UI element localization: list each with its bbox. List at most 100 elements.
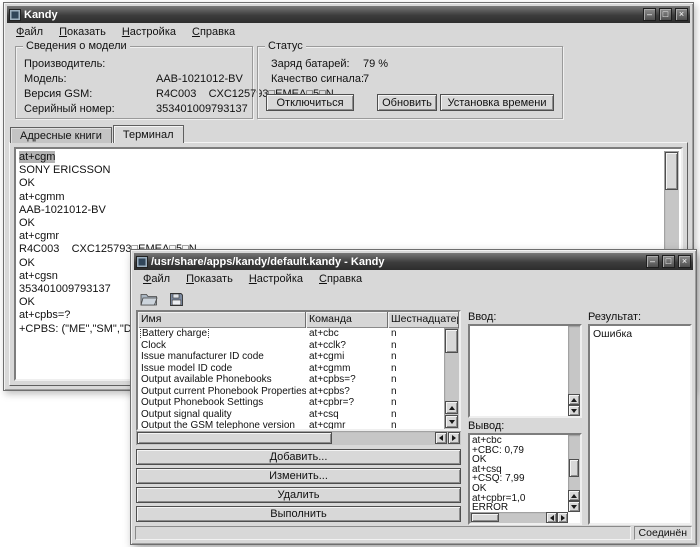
output-label: Вывод: xyxy=(468,420,504,432)
output-vertical-scrollbar[interactable] xyxy=(568,435,580,512)
table-row[interactable]: Issue model ID code at+cgmm n xyxy=(138,363,444,375)
output-horizontal-scrollbar[interactable] xyxy=(470,512,568,523)
app-icon xyxy=(9,9,21,21)
column-header-command[interactable]: Команда xyxy=(306,312,388,328)
table-horizontal-scrollbar[interactable] xyxy=(136,431,461,445)
menu-file[interactable]: Файл xyxy=(135,271,178,288)
scrollbar-thumb[interactable] xyxy=(471,513,499,522)
menu-settings[interactable]: Настройка xyxy=(241,271,311,288)
field-model: Модель:AAB-1021012-BV xyxy=(24,73,243,85)
close-icon[interactable]: × xyxy=(675,8,688,21)
scroll-up-icon[interactable] xyxy=(568,394,580,405)
app-icon xyxy=(136,256,148,268)
menu-help[interactable]: Справка xyxy=(311,271,370,288)
scrollbar-thumb[interactable] xyxy=(445,329,458,353)
table-header: Имя Команда Шестнадцатерич xyxy=(138,312,459,328)
terminal-line: OK xyxy=(19,217,661,230)
save-file-icon[interactable] xyxy=(165,289,187,309)
column-header-hex[interactable]: Шестнадцатерич xyxy=(388,312,459,328)
table-row[interactable]: Output the GSM telephone version at+cgmr… xyxy=(138,420,444,429)
edit-button[interactable]: Изменить... xyxy=(136,468,461,484)
field-signal: Качество сигнала:7 xyxy=(271,73,369,85)
set-time-button[interactable]: Установка времени xyxy=(440,94,554,111)
scroll-down-icon[interactable] xyxy=(568,405,580,416)
status-group: Статус Заряд батарей:79 % Качество сигна… xyxy=(257,46,563,119)
scroll-left-icon[interactable] xyxy=(435,432,447,444)
table-row[interactable]: Output current Phonebook Properties at+c… xyxy=(138,386,444,398)
scrollbar-thumb[interactable] xyxy=(665,152,678,190)
scroll-left-icon[interactable] xyxy=(546,512,557,523)
table-row[interactable]: Output available Phonebooks at+cpbs=? n xyxy=(138,374,444,386)
scroll-up-icon[interactable] xyxy=(445,401,458,414)
selected-text: at+cgm xyxy=(19,151,55,163)
scroll-right-icon[interactable] xyxy=(448,432,460,444)
window-title: /usr/share/apps/kandy/default.kandy - Ka… xyxy=(151,256,643,268)
field-battery: Заряд батарей:79 % xyxy=(271,58,388,70)
scroll-right-icon[interactable] xyxy=(557,512,568,523)
minimize-icon[interactable]: – xyxy=(643,8,656,21)
terminal-line: at+cgm xyxy=(19,151,661,164)
tab-bar: Адресные книги Терминал xyxy=(10,125,185,143)
connection-status-badge: Соединён xyxy=(634,526,692,540)
result-text: Ошибка xyxy=(590,326,690,342)
tab-address-books[interactable]: Адресные книги xyxy=(10,127,112,143)
table-vertical-scrollbar[interactable] xyxy=(444,328,459,429)
window-title: Kandy xyxy=(24,9,640,21)
add-button[interactable]: Добавить... xyxy=(136,449,461,465)
menu-show[interactable]: Показать xyxy=(51,24,114,41)
table-row[interactable]: Output signal quality at+csq n xyxy=(138,409,444,421)
table-row[interactable]: Clock at+cclk? n xyxy=(138,340,444,352)
result-label: Результат: xyxy=(588,311,641,323)
table-body: Battery charge at+cbc n Clock at+cclk? n… xyxy=(138,328,444,429)
model-info-group: Сведения о модели Производитель: Модель:… xyxy=(15,46,253,119)
scroll-down-icon[interactable] xyxy=(568,501,580,512)
input-textarea[interactable] xyxy=(468,324,582,418)
menubar: Файл Показать Настройка Справка xyxy=(7,23,690,41)
delete-button[interactable]: Удалить xyxy=(136,487,461,503)
titlebar[interactable]: Kandy – □ × xyxy=(7,6,690,23)
terminal-line: at+cgmr xyxy=(19,230,661,243)
field-manufacturer: Производитель: xyxy=(24,58,156,70)
table-row[interactable]: Battery charge at+cbc n xyxy=(138,328,444,340)
refresh-button[interactable]: Обновить xyxy=(377,94,437,111)
scrollbar-thumb[interactable] xyxy=(569,459,579,477)
maximize-icon[interactable]: □ xyxy=(659,8,672,21)
open-file-icon[interactable] xyxy=(138,289,160,309)
menu-show[interactable]: Показать xyxy=(178,271,241,288)
table-row[interactable]: Issue manufacturer ID code at+cgmi n xyxy=(138,351,444,363)
output-text: at+cbc +CBC: 0,79 OK at+csq +CSQ: 7,99 O… xyxy=(472,436,567,511)
input-vertical-scrollbar[interactable] xyxy=(568,326,580,416)
menubar: Файл Показать Настройка Справка xyxy=(134,270,693,288)
window-body: Имя Команда Шестнадцатерич Battery charg… xyxy=(134,310,693,524)
toolbar xyxy=(134,288,693,310)
disconnect-button[interactable]: Отключиться xyxy=(266,94,354,111)
output-textarea[interactable]: at+cbc +CBC: 0,79 OK at+csq +CSQ: 7,99 O… xyxy=(468,433,582,525)
tab-terminal[interactable]: Терминал xyxy=(113,125,184,143)
output-line: +CBC: 0,79 xyxy=(472,446,567,456)
scroll-down-icon[interactable] xyxy=(445,415,458,428)
titlebar[interactable]: /usr/share/apps/kandy/default.kandy - Ka… xyxy=(134,253,693,270)
menu-help[interactable]: Справка xyxy=(184,24,243,41)
terminal-line: at+cgmm xyxy=(19,191,661,204)
window-kandy-editor: /usr/share/apps/kandy/default.kandy - Ka… xyxy=(130,249,697,545)
scroll-up-icon[interactable] xyxy=(568,490,580,501)
column-header-name[interactable]: Имя xyxy=(138,312,306,328)
statusbar-message-panel xyxy=(135,526,631,540)
menu-file[interactable]: Файл xyxy=(8,24,51,41)
result-textarea[interactable]: Ошибка xyxy=(588,324,692,525)
maximize-icon[interactable]: □ xyxy=(662,255,675,268)
group-title: Статус xyxy=(265,40,306,52)
statusbar: Соединён xyxy=(134,524,693,541)
scrollbar-thumb[interactable] xyxy=(137,432,332,444)
input-label: Ввод: xyxy=(468,311,496,323)
group-title: Сведения о модели xyxy=(23,40,130,52)
execute-button[interactable]: Выполнить xyxy=(136,506,461,522)
minimize-icon[interactable]: – xyxy=(646,255,659,268)
table-row[interactable]: Output Phonebook Settings at+cpbr=? n xyxy=(138,397,444,409)
command-table: Имя Команда Шестнадцатерич Battery charg… xyxy=(136,310,461,431)
menu-settings[interactable]: Настройка xyxy=(114,24,184,41)
terminal-line: OK xyxy=(19,177,661,190)
output-line: +CSQ: 7,99 xyxy=(472,474,567,484)
terminal-line: AAB-1021012-BV xyxy=(19,204,661,217)
close-icon[interactable]: × xyxy=(678,255,691,268)
